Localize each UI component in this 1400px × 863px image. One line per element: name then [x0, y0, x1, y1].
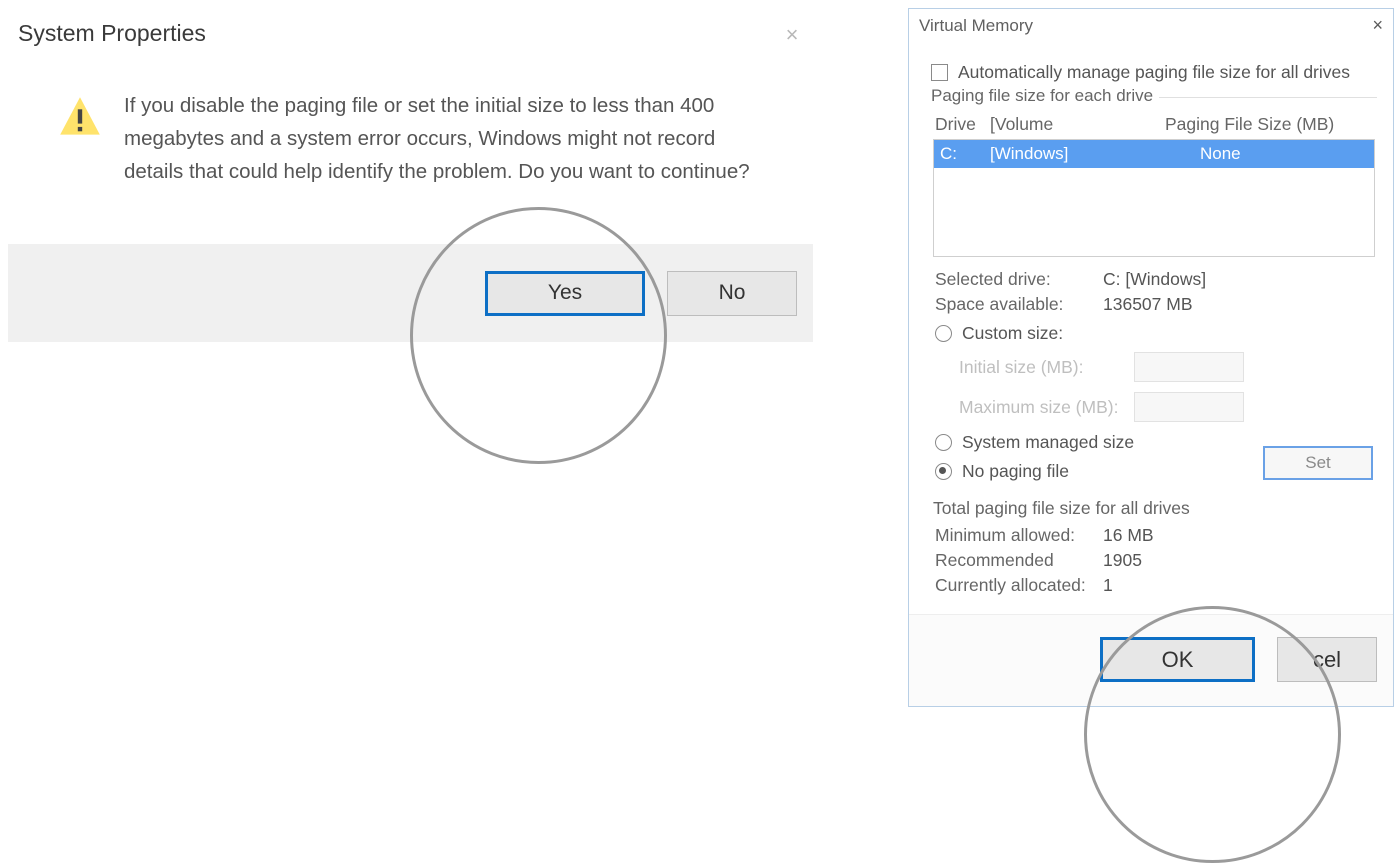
pfsize-col: Paging File Size (MB) — [1165, 114, 1334, 135]
space-available-row: Space available: 136507 MB — [935, 294, 1373, 315]
custom-size-label: Custom size: — [962, 323, 1063, 344]
ok-button[interactable]: OK — [1100, 637, 1255, 682]
space-label: Space available: — [935, 294, 1103, 315]
auto-manage-row[interactable]: Automatically manage paging file size fo… — [931, 62, 1377, 83]
warning-icon — [58, 95, 102, 139]
min-label: Minimum allowed: — [935, 525, 1103, 546]
initial-size-row: Initial size (MB): — [959, 352, 1373, 382]
drive-volume: [Windows] — [990, 144, 1200, 164]
drive-list-header: Drive [Volume Paging File Size (MB) — [935, 114, 1373, 135]
dialog-message: If you disable the paging file or set th… — [124, 89, 764, 188]
min-value: 16 MB — [1103, 525, 1154, 546]
max-size-input[interactable] — [1134, 392, 1244, 422]
dialog-title: System Properties — [8, 12, 813, 47]
dialog-body: If you disable the paging file or set th… — [8, 47, 813, 198]
cur-value: 1 — [1103, 575, 1113, 596]
initial-size-input[interactable] — [1134, 352, 1244, 382]
currently-allocated-row: Currently allocated: 1 — [935, 575, 1373, 596]
recommended-row: Recommended 1905 — [935, 550, 1373, 571]
max-size-row: Maximum size (MB): — [959, 392, 1373, 422]
min-allowed-row: Minimum allowed: 16 MB — [935, 525, 1373, 546]
no-paging-radio[interactable] — [935, 463, 952, 480]
cancel-button[interactable]: cel — [1277, 637, 1377, 682]
rec-value: 1905 — [1103, 550, 1142, 571]
selected-drive-value: C: [Windows] — [1103, 269, 1206, 290]
volume-col: [Volume — [990, 114, 1165, 135]
space-value: 136507 MB — [1103, 294, 1193, 315]
close-icon[interactable]: × — [1372, 15, 1383, 36]
no-button[interactable]: No — [667, 271, 797, 316]
system-managed-radio[interactable] — [935, 434, 952, 451]
virtual-memory-dialog: Virtual Memory × Automatically manage pa… — [908, 8, 1394, 707]
selected-drive-label: Selected drive: — [935, 269, 1103, 290]
custom-size-radio[interactable] — [935, 325, 952, 342]
max-size-label: Maximum size (MB): — [959, 397, 1134, 418]
initial-size-label: Initial size (MB): — [959, 357, 1134, 378]
set-button[interactable]: Set — [1263, 446, 1373, 480]
totals-title: Total paging file size for all drives — [933, 498, 1377, 519]
no-paging-label: No paging file — [962, 461, 1069, 482]
custom-size-radio-row[interactable]: Custom size: — [935, 323, 1373, 344]
auto-manage-label: Automatically manage paging file size fo… — [958, 62, 1350, 83]
vm-button-bar: OK cel — [909, 614, 1393, 706]
rec-label: Recommended — [935, 550, 1103, 571]
vm-title: Virtual Memory — [919, 16, 1033, 36]
paging-size-group: Paging file size for each drive Drive [V… — [931, 97, 1377, 480]
yes-button[interactable]: Yes — [485, 271, 645, 316]
vm-body: Automatically manage paging file size fo… — [909, 40, 1393, 596]
close-icon[interactable]: × — [779, 24, 805, 50]
cur-label: Currently allocated: — [935, 575, 1103, 596]
drive-list[interactable]: C: [Windows] None — [933, 139, 1375, 257]
drive-col: Drive — [935, 114, 990, 135]
system-properties-dialog: System Properties × If you disable the p… — [8, 12, 813, 342]
vm-titlebar: Virtual Memory × — [909, 9, 1393, 40]
system-managed-label: System managed size — [962, 432, 1134, 453]
selected-drive-row: Selected drive: C: [Windows] — [935, 269, 1373, 290]
drive-pfsize: None — [1200, 144, 1241, 164]
drive-letter: C: — [940, 144, 990, 164]
drive-row[interactable]: C: [Windows] None — [934, 140, 1374, 168]
paging-group-label: Paging file size for each drive — [931, 86, 1159, 106]
auto-manage-checkbox[interactable] — [931, 64, 948, 81]
dialog-button-bar: Yes No — [8, 244, 813, 342]
